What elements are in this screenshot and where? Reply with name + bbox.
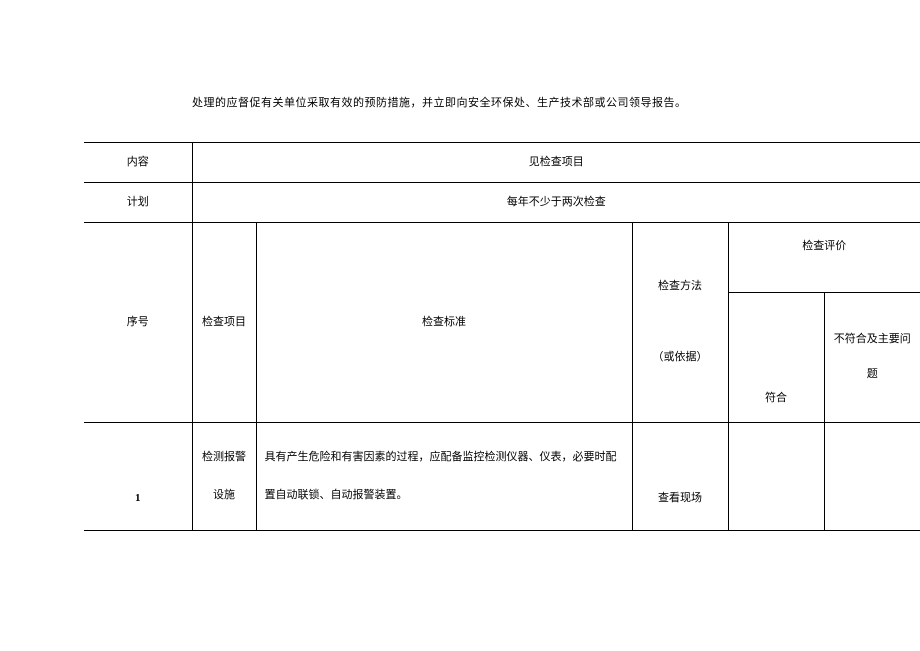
header-eval-conform: 符合 xyxy=(728,292,824,422)
row1-standard: 具有产生危险和有害因素的过程，应配备监控检测仪器、仪表，必要时配置自动联锁、自动… xyxy=(256,422,632,530)
header-eval-issue: 不符合及主要问题 xyxy=(824,292,920,422)
header-item: 检查项目 xyxy=(192,222,256,422)
header-method-line1: 检查方法 xyxy=(658,280,702,292)
header-method: 检查方法 （或依据） xyxy=(632,222,728,422)
row1-item-line1: 检测报警 xyxy=(202,451,246,463)
row1-issue xyxy=(824,422,920,530)
header-method-line2: （或依据） xyxy=(653,351,708,363)
content-value-cell: 见检查项目 xyxy=(192,143,920,183)
plan-label-cell: 计划 xyxy=(84,182,192,222)
inspection-table: 内容 见检查项目 计划 每年不少于两次检查 序号 检查项目 检查标准 检查方法 … xyxy=(84,142,920,531)
row1-conform xyxy=(728,422,824,530)
row1-item: 检测报警 设施 xyxy=(192,422,256,530)
content-label-cell: 内容 xyxy=(84,143,192,183)
intro-paragraph: 处理的应督促有关单位采取有效的预防措施，并立即向安全环保处、生产技术部或公司领导… xyxy=(84,94,920,110)
row1-seq: 1 xyxy=(84,422,192,530)
header-eval: 检查评价 xyxy=(728,222,920,292)
plan-value-cell: 每年不少于两次检查 xyxy=(192,182,920,222)
row1-item-line2: 设施 xyxy=(213,489,235,501)
row1-method: 查看现场 xyxy=(632,422,728,530)
header-standard: 检查标准 xyxy=(256,222,632,422)
header-seq: 序号 xyxy=(84,222,192,422)
